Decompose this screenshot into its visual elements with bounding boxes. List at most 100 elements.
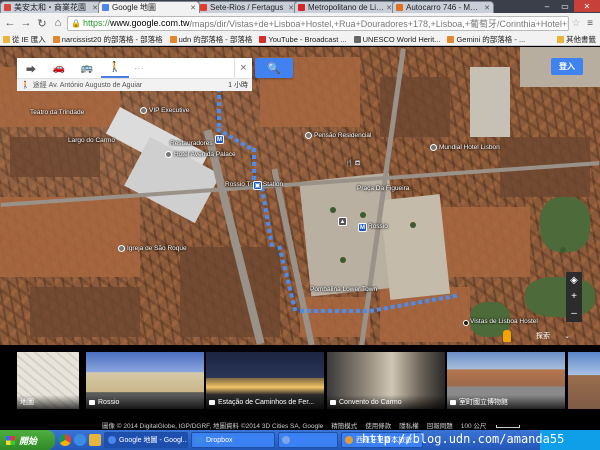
reload-icon[interactable]: ↻ <box>35 16 49 30</box>
menu-icon[interactable]: ≡ <box>583 18 597 29</box>
compass-icon[interactable]: ◈ <box>570 275 578 286</box>
zoom-control: ◈ + – <box>566 272 582 322</box>
start-button[interactable]: 開始 <box>0 430 55 450</box>
metro-station-icon[interactable]: M <box>215 135 224 144</box>
windows-logo-icon <box>6 435 15 445</box>
photo-thumb[interactable]: 室町國立博物館 <box>447 352 565 409</box>
blog-icon <box>169 35 177 43</box>
youtube-icon <box>259 35 267 43</box>
destination-marker[interactable] <box>463 320 469 326</box>
route-via: 途經 Av. António Augusto de Aguiar <box>32 82 143 89</box>
zoom-out-icon[interactable]: – <box>571 308 577 319</box>
bookmark-item[interactable]: udn 的部落格 - 部落格 <box>169 34 252 45</box>
close-directions-icon[interactable]: × <box>234 58 252 78</box>
bookmark-item[interactable]: YouTube - Broadcast ... <box>259 35 347 44</box>
map-label: Rossio <box>368 223 388 230</box>
poi-pin-icon <box>118 245 125 252</box>
metro-station-icon[interactable]: ▲ <box>338 217 347 226</box>
pegman-icon[interactable] <box>503 330 511 342</box>
terms-link[interactable]: 使用條款 <box>365 420 391 430</box>
travel-mode-bar: ⮕ 🚗 🚌 🚶 ··· × <box>17 58 252 78</box>
photo-caption: 地圖 <box>20 399 34 406</box>
tab-3[interactable]: Sete-Rios / Fertagus ✕ <box>196 1 298 13</box>
tab-title: Sete-Rios / Fertagus <box>210 3 284 12</box>
map-poi[interactable]: Igreja de São Roque <box>118 245 187 252</box>
car-mode-icon[interactable]: 🚗 <box>45 58 73 78</box>
tab-close-icon[interactable]: ✕ <box>190 4 196 12</box>
taskbar-item[interactable]: Dropbox <box>191 432 275 448</box>
camera-icon <box>89 399 95 405</box>
photo-thumb[interactable] <box>568 352 600 409</box>
blog-icon <box>447 35 455 43</box>
url-scheme: https:// <box>82 18 110 28</box>
forward-arrow-icon[interactable]: → <box>19 16 33 30</box>
photo-thumb[interactable]: Estação de Caminhos de Fer... <box>206 352 324 409</box>
privacy-link[interactable]: 隱私權 <box>399 420 419 430</box>
other-bookmarks[interactable]: 其他書籤 <box>557 33 596 45</box>
search-button[interactable]: 🔍 <box>255 58 293 78</box>
directions-panel: ⮕ 🚗 🚌 🚶 ··· × 🚶 途經 Av. António Augusto d… <box>17 58 252 94</box>
explore-toggle[interactable]: 探索 ⌄ <box>536 331 570 341</box>
taskbar-item[interactable] <box>278 432 338 448</box>
photo-thumb[interactable]: Convento do Carmo <box>327 352 445 409</box>
sign-in-button[interactable]: 登入 <box>551 58 583 75</box>
tab-1[interactable]: 美安太和・商業花園 ✕ <box>0 1 102 13</box>
tab-close-icon[interactable]: ✕ <box>484 4 490 12</box>
bookmark-item[interactable]: narcissist20 的部落格 - 部落格 <box>52 34 163 45</box>
back-arrow-icon[interactable]: ← <box>3 16 17 30</box>
poi-pin-icon <box>165 151 172 158</box>
bookmark-item[interactable]: 從 IE 匯入 <box>3 34 46 45</box>
tab-4[interactable]: Metropolitano de Lisboa✕ <box>294 1 396 13</box>
poi-pin-icon <box>430 144 437 151</box>
document-icon <box>345 436 353 444</box>
map-poi[interactable]: Hotel Avenida Palace <box>165 151 236 158</box>
photo-strip: 地圖 Rossio Estação de Caminhos de Fer... … <box>0 345 600 412</box>
bookmark-star-icon[interactable]: ☆ <box>569 18 583 29</box>
directions-icon[interactable]: ⮕ <box>17 58 45 78</box>
taskbar-item[interactable]: Google 地圖 - Googl... <box>104 432 188 448</box>
transit-mode-icon[interactable]: 🚌 <box>73 58 101 78</box>
address-bar[interactable]: 🔒 https://www.google.com.tw/maps/dir/Vis… <box>67 15 569 31</box>
map-poi[interactable]: Mundial Hotel Lisbon <box>430 144 500 151</box>
map-poi[interactable]: VIP Executive <box>140 107 189 114</box>
tab-favicon-icon <box>396 4 403 11</box>
dropbox-icon <box>195 436 203 444</box>
metro-station-icon[interactable]: ▣ <box>253 181 262 190</box>
tab-title: Autocarro 746 - Marquês <box>406 3 482 12</box>
photo-thumb[interactable]: Rossio <box>86 352 204 409</box>
chrome-icon[interactable] <box>59 434 71 446</box>
tab-2[interactable]: Google 地圖 ✕ <box>98 1 200 13</box>
tab-favicon-icon <box>4 4 11 11</box>
window-controls: – ▭ ✕ <box>538 0 600 13</box>
map-label: Praça Da Figueira <box>357 185 410 192</box>
bookmark-item[interactable]: UNESCO World Herit... <box>353 35 440 44</box>
zoom-in-icon[interactable]: + <box>571 291 577 302</box>
tab-5[interactable]: Autocarro 746 - Marquês✕ <box>392 1 494 13</box>
maximize-icon[interactable]: ▭ <box>556 0 574 12</box>
walking-mode-icon[interactable]: 🚶 <box>101 58 129 78</box>
tab-title: Metropolitano de Lisboa <box>308 3 385 12</box>
camera-icon <box>450 399 456 405</box>
window-icon <box>282 436 290 444</box>
map-label: Pombalina Lower Town <box>310 286 378 293</box>
folder-icon[interactable] <box>89 434 101 446</box>
home-icon[interactable]: ⌂ <box>51 16 65 30</box>
map-label: Largo do Carmo <box>68 137 115 144</box>
photo-thumb-map[interactable]: 地圖 <box>17 352 79 409</box>
chevron-down-icon: ⌄ <box>564 333 570 340</box>
report-problem-link[interactable]: 回報問題 <box>427 420 453 430</box>
quick-launch <box>59 434 104 446</box>
ie-icon[interactable] <box>74 434 86 446</box>
photo-caption: 室町國立博物館 <box>459 399 508 406</box>
window-close-icon[interactable]: ✕ <box>574 0 600 12</box>
metro-station-icon[interactable]: M <box>358 223 367 232</box>
route-line <box>259 187 275 247</box>
scale-bar: 100 公尺 <box>461 420 529 430</box>
bookmark-item[interactable]: Gemini 的部落格 - ... <box>447 34 525 45</box>
lite-mode-link[interactable]: 精簡模式 <box>331 420 357 430</box>
more-modes-icon[interactable]: ··· <box>129 63 149 74</box>
minimize-icon[interactable]: – <box>538 0 556 12</box>
route-summary[interactable]: 🚶 途經 Av. António Augusto de Aguiar 1 小時 <box>17 78 252 91</box>
map-poi[interactable]: Pensão Residencial <box>305 132 371 139</box>
photo-caption: Estação de Caminhos de Fer... <box>218 398 315 406</box>
